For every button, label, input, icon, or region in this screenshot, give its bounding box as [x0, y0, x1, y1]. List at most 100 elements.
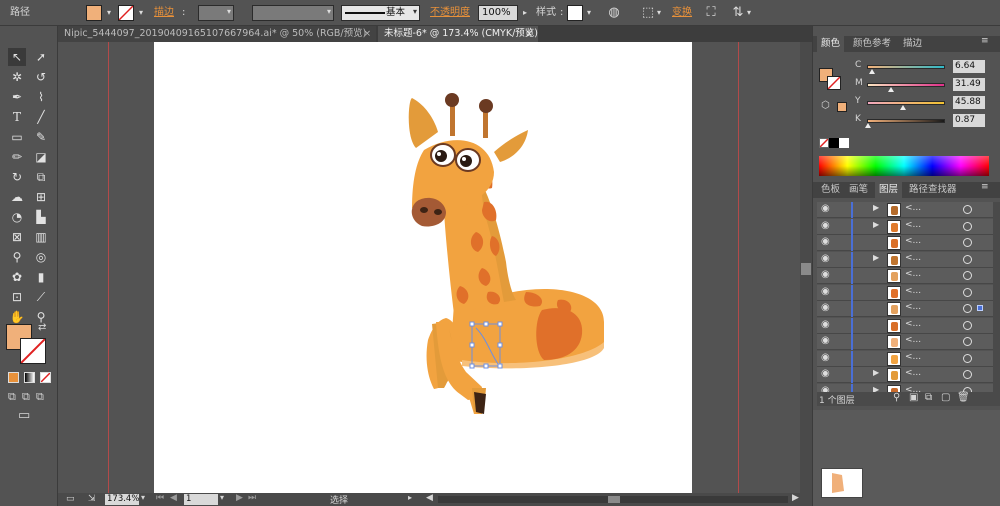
- layer-name[interactable]: <...: [905, 319, 921, 329]
- new-layer-icon[interactable]: ▢: [941, 392, 950, 403]
- eye-icon[interactable]: ◉: [821, 385, 830, 393]
- cube-icon[interactable]: ⬡: [821, 100, 830, 111]
- chevron-down-icon[interactable]: ▾: [654, 5, 664, 21]
- expand-arrow-icon[interactable]: ▶: [873, 368, 879, 377]
- column-graph-tool-icon[interactable]: ▮: [32, 268, 50, 286]
- direct-selection-tool-icon[interactable]: ➚: [32, 48, 50, 66]
- channel-value-field[interactable]: 31.49: [953, 78, 985, 91]
- chevron-down-icon[interactable]: ▾: [104, 5, 114, 21]
- layer-row[interactable]: ◉ ▶ <...: [817, 202, 993, 218]
- paintbrush-tool-icon[interactable]: ✎: [32, 128, 50, 146]
- layer-name[interactable]: <...: [905, 203, 921, 213]
- panel-menu-icon[interactable]: ≡: [981, 182, 989, 192]
- pencil-tool-icon[interactable]: ✏: [8, 148, 26, 166]
- curvature-tool-icon[interactable]: ⌇: [32, 88, 50, 106]
- delete-icon[interactable]: 🗑: [957, 392, 970, 403]
- tab-document-2[interactable]: 未标题-6* @ 173.4% (CMYK/预览) ×: [378, 26, 538, 42]
- target-icon[interactable]: [963, 337, 972, 346]
- chevron-right-icon[interactable]: ▸: [408, 493, 412, 502]
- channel-value-field[interactable]: 0.87: [953, 114, 985, 127]
- slider-black[interactable]: K 0.87: [855, 114, 1000, 128]
- eye-icon[interactable]: ◉: [821, 236, 830, 247]
- chevron-right-icon[interactable]: ▸: [520, 5, 530, 21]
- slider-track[interactable]: [867, 83, 945, 87]
- stroke-profile-dropdown[interactable]: 基本 ▾: [341, 5, 420, 21]
- scrollbar-thumb[interactable]: [801, 263, 811, 275]
- layer-name[interactable]: <...: [905, 368, 921, 378]
- layer-name[interactable]: <...: [905, 236, 921, 246]
- slider-thumb[interactable]: [888, 87, 895, 92]
- close-icon[interactable]: ×: [363, 26, 371, 42]
- eye-icon[interactable]: ◉: [821, 220, 830, 231]
- slider-track[interactable]: [867, 101, 945, 105]
- target-icon[interactable]: [963, 304, 972, 313]
- layer-name[interactable]: <...: [905, 302, 921, 312]
- selection-tool-icon[interactable]: ↖: [8, 48, 26, 66]
- target-icon[interactable]: [963, 287, 972, 297]
- artboard[interactable]: [154, 42, 692, 493]
- slider-track[interactable]: [867, 65, 945, 69]
- layer-row[interactable]: ◉ <...: [817, 350, 993, 367]
- target-icon[interactable]: [963, 221, 972, 231]
- pen-tool-icon[interactable]: ✒: [8, 88, 26, 106]
- rotate-tool-icon[interactable]: ↻: [8, 168, 26, 186]
- tab-document-1[interactable]: Nipic_5444097_20190409165107667964.ai* @…: [58, 26, 376, 42]
- color-mode-button[interactable]: [8, 372, 19, 383]
- opacity-label[interactable]: 不透明度: [430, 5, 470, 21]
- opacity-field[interactable]: 100%: [478, 5, 518, 21]
- eye-icon[interactable]: ◉: [821, 302, 830, 313]
- scale-tool-icon[interactable]: ⧉: [32, 168, 50, 186]
- layer-name[interactable]: <...: [905, 220, 921, 230]
- layer-name[interactable]: <...: [905, 253, 921, 263]
- layer-name[interactable]: <...: [905, 352, 921, 362]
- stroke-label[interactable]: 描边: [154, 5, 174, 21]
- eye-icon[interactable]: ◉: [821, 368, 830, 379]
- navigator-thumbnail[interactable]: [821, 468, 863, 498]
- rectangle-tool-icon[interactable]: ▭: [8, 128, 26, 146]
- tab-color[interactable]: 颜色: [817, 36, 845, 52]
- magic-wand-tool-icon[interactable]: ✲: [8, 68, 26, 86]
- eye-icon[interactable]: ◉: [821, 335, 830, 346]
- eye-icon[interactable]: ◉: [821, 203, 830, 214]
- none-swatch[interactable]: [819, 138, 829, 148]
- eye-icon[interactable]: ◉: [821, 319, 830, 330]
- share-icon[interactable]: ⇲: [88, 494, 96, 504]
- slider-magenta[interactable]: M 31.49: [855, 78, 1000, 92]
- layer-row[interactable]: ◉ ▶ <...: [817, 251, 993, 268]
- draw-mode-icon[interactable]: ⧉: [8, 390, 16, 404]
- panel-menu-icon[interactable]: ≡: [981, 36, 989, 46]
- target-icon[interactable]: [963, 238, 972, 247]
- gradient-mode-button[interactable]: [24, 372, 35, 383]
- layer-name[interactable]: <...: [905, 286, 921, 296]
- target-icon[interactable]: [963, 353, 972, 363]
- draw-inside-icon[interactable]: ⧉: [36, 390, 44, 404]
- stroke-weight-dropdown[interactable]: ▾: [198, 5, 234, 21]
- target-icon[interactable]: [963, 254, 972, 264]
- isolate-icon[interactable]: ⛶: [702, 5, 720, 21]
- slider-track[interactable]: [867, 119, 945, 123]
- eraser-tool-icon[interactable]: ◪: [32, 148, 50, 166]
- panel-stroke-swatch[interactable]: [827, 76, 841, 90]
- swap-icon[interactable]: ⇄: [38, 322, 46, 333]
- artboard-field[interactable]: 1: [184, 494, 218, 505]
- chevron-down-icon[interactable]: ▾: [141, 493, 145, 502]
- last-artboard-icon[interactable]: ⏭: [248, 493, 256, 503]
- zoom-field[interactable]: 173.4%: [105, 494, 139, 505]
- layer-name[interactable]: <...: [905, 335, 921, 345]
- draw-behind-icon[interactable]: ⧉: [22, 390, 30, 404]
- transform-label[interactable]: 变换: [672, 5, 692, 21]
- layer-row[interactable]: ◉ <...: [817, 268, 993, 284]
- chevron-down-icon[interactable]: ▾: [220, 493, 224, 502]
- out-of-gamut-swatch[interactable]: [837, 102, 847, 112]
- layer-row[interactable]: ◉ <...: [817, 235, 993, 251]
- status-icon[interactable]: ▭: [66, 494, 75, 504]
- layer-row[interactable]: ◉ ▶ <...: [817, 383, 993, 393]
- chevron-down-icon[interactable]: ▾: [744, 5, 754, 21]
- tab-layers[interactable]: 图层: [875, 182, 903, 198]
- scrollbar-thumb[interactable]: [608, 496, 620, 503]
- shape-builder-tool-icon[interactable]: ◔: [8, 208, 26, 226]
- expand-arrow-icon[interactable]: ▶: [873, 203, 879, 212]
- channel-value-field[interactable]: 45.88: [953, 96, 985, 109]
- type-tool-icon[interactable]: T: [8, 108, 26, 126]
- recolor-icon[interactable]: ◍: [606, 5, 622, 21]
